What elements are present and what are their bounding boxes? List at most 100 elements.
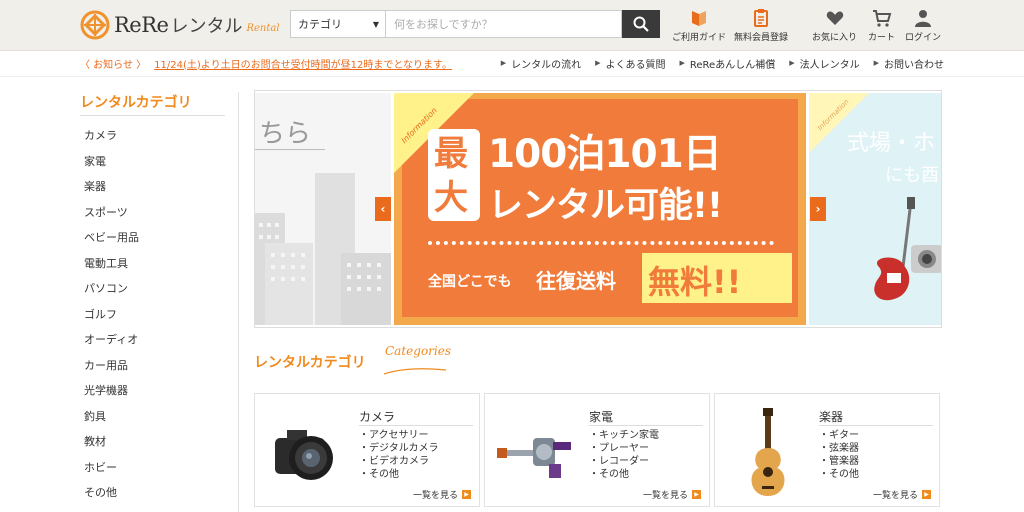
sidebar-item-other[interactable]: その他 <box>84 480 224 506</box>
sidebar-item-power-tools[interactable]: 電動工具 <box>84 251 224 277</box>
card-subcategory[interactable]: ・レコーダー <box>589 455 659 468</box>
view-all-link[interactable]: 一覧を見る ▶ <box>873 488 931 501</box>
favorites-label: お気に入り <box>812 33 858 43</box>
acoustic-guitar-illustration <box>751 408 785 496</box>
logo-mark-icon <box>80 10 110 40</box>
register-link[interactable]: 無料会員登録 <box>734 8 788 43</box>
carousel-prev-button[interactable]: ‹ <box>375 197 391 221</box>
view-all-link[interactable]: 一覧を見る ▶ <box>643 488 701 501</box>
hero-carousel[interactable]: ちら Information 最 大 100泊101日 レンタル可能!! 全国ど… <box>254 90 942 328</box>
guide-label: ご利用ガイド <box>672 33 727 43</box>
card-subcategory[interactable]: ・その他 <box>589 468 659 481</box>
search-icon <box>633 16 649 32</box>
site-header: ReRe レンタル Rental カテゴリ ▼ ご利用ガイド 無料会員登録 <box>0 0 1024 51</box>
topnav-label: よくある質問 <box>605 59 666 71</box>
triangle-right-icon: ▶ <box>789 59 795 67</box>
carousel-slide-next[interactable]: Information 式場・ホ にも酉 <box>809 93 941 325</box>
triangle-right-icon: ▶ <box>462 490 471 499</box>
category-select-label: カテゴリ <box>298 18 342 31</box>
logo-text-jp: レンタル <box>170 16 243 37</box>
sidebar-item-sports[interactable]: スポーツ <box>84 200 224 226</box>
divider <box>255 149 325 150</box>
banner-subtext-prefix: 全国どこでも <box>428 274 512 290</box>
slide-right-headline: 式場・ホ <box>847 131 936 156</box>
card-subcategory[interactable]: ・デジタルカメラ <box>359 442 439 455</box>
carousel-next-button[interactable]: › <box>810 197 826 221</box>
notice-link[interactable]: 11/24(土)より土日のお問合せ受付時間が昼12時までとなります。 <box>154 56 452 71</box>
sidebar-item-pc[interactable]: パソコン <box>84 276 224 302</box>
category-card-camera[interactable]: カメラ ・アクセサリー ・デジタルカメラ ・ビデオカメラ ・その他 一覧を見る ▶ <box>254 393 480 507</box>
favorites-link[interactable]: お気に入り <box>812 8 857 43</box>
divider <box>819 425 933 426</box>
slide-left-text: ちら <box>259 119 312 149</box>
section-script-title: Categories <box>385 344 451 358</box>
carousel-slide-previous[interactable]: ちら <box>255 93 391 325</box>
max-badge-top: 最 <box>434 134 468 174</box>
max-badge-bottom: 大 <box>434 178 468 218</box>
login-link[interactable]: ログイン <box>905 8 941 43</box>
card-subcategory[interactable]: ・その他 <box>359 468 439 481</box>
sidebar-item-instruments[interactable]: 楽器 <box>84 174 224 200</box>
guide-link[interactable]: ご利用ガイド <box>672 8 726 43</box>
topnav-faq-link[interactable]: ▶ よくある質問 <box>595 55 665 71</box>
triangle-right-icon: ▶ <box>692 490 701 499</box>
sidebar-item-appliances[interactable]: 家電 <box>84 149 224 175</box>
view-all-link[interactable]: 一覧を見る ▶ <box>413 488 471 501</box>
card-subcategory-list: ・ギター ・弦楽器 ・管楽器 ・その他 <box>819 429 859 481</box>
topnav-contact-link[interactable]: ▶ お問い合わせ <box>874 55 944 71</box>
card-subcategory[interactable]: ・管楽器 <box>819 455 859 468</box>
logo-text: ReRe <box>114 13 169 37</box>
category-select[interactable]: カテゴリ ▼ <box>290 10 386 38</box>
topnav-label: レンタルの流れ <box>511 59 582 71</box>
banner-subtext-middle: 往復送料 <box>536 269 616 293</box>
card-subcategory[interactable]: ・ビデオカメラ <box>359 455 439 468</box>
triangle-right-icon: ▶ <box>873 59 879 67</box>
sidebar-item-camera[interactable]: カメラ <box>84 123 224 149</box>
topnav-insurance-link[interactable]: ▶ ReReあんしん補償 <box>680 55 776 71</box>
triangle-right-icon: ▶ <box>922 490 931 499</box>
card-subcategory[interactable]: ・アクセサリー <box>359 429 439 442</box>
card-subcategory[interactable]: ・キッチン家電 <box>589 429 659 442</box>
card-name: 家電 <box>589 410 614 424</box>
topnav-flow-link[interactable]: ▶ レンタルの流れ <box>501 55 581 71</box>
script-underline-icon <box>383 368 447 375</box>
card-subcategory[interactable]: ・ギター <box>819 429 859 442</box>
search-button[interactable] <box>622 10 660 38</box>
sidebar-item-car[interactable]: カー用品 <box>84 353 224 379</box>
guitar-camera-illustration <box>874 197 941 301</box>
card-name: カメラ <box>359 410 396 424</box>
sidebar-item-hobby[interactable]: ホビー <box>84 455 224 481</box>
card-subcategory-list: ・アクセサリー ・デジタルカメラ ・ビデオカメラ ・その他 <box>359 429 439 481</box>
triangle-right-icon: ▶ <box>500 59 507 67</box>
site-logo[interactable]: ReRe レンタル Rental <box>80 8 280 42</box>
topnav-corporate-link[interactable]: ▶ 法人レンタル <box>789 55 859 71</box>
cart-link[interactable]: カート <box>868 8 895 43</box>
login-label: ログイン <box>905 33 942 43</box>
triangle-right-icon: ▶ <box>679 59 685 67</box>
slide-right-subline: にも酉 <box>885 165 939 186</box>
sidebar-category-list: カメラ 家電 楽器 スポーツ ベビー用品 電動工具 パソコン ゴルフ オーディオ… <box>84 123 224 506</box>
card-subcategory[interactable]: ・その他 <box>819 468 859 481</box>
carousel-slide-current[interactable]: Information 最 大 100泊101日 レンタル可能!! 全国どこでも… <box>394 93 806 325</box>
search-bar: カテゴリ ▼ <box>290 10 660 38</box>
banner-free-text: 無料!! <box>648 263 742 301</box>
sidebar-item-fishing[interactable]: 釣具 <box>84 404 224 430</box>
camera-illustration <box>275 430 333 480</box>
register-label: 無料会員登録 <box>734 33 789 43</box>
card-subcategory[interactable]: ・弦楽器 <box>819 442 859 455</box>
view-all-label: 一覧を見る <box>412 491 458 501</box>
sidebar-item-baby[interactable]: ベビー用品 <box>84 225 224 251</box>
sidebar-item-golf[interactable]: ゴルフ <box>84 302 224 328</box>
sidebar-item-audio[interactable]: オーディオ <box>84 327 224 353</box>
sidebar-item-optics[interactable]: 光学機器 <box>84 378 224 404</box>
sidebar-item-education[interactable]: 教材 <box>84 429 224 455</box>
divider <box>589 425 703 426</box>
card-subcategory[interactable]: ・プレーヤー <box>589 442 659 455</box>
topnav-label: お問い合わせ <box>884 59 944 71</box>
heart-icon <box>826 11 843 25</box>
cart-label: カート <box>868 33 896 43</box>
search-input[interactable] <box>386 10 622 38</box>
category-card-instruments[interactable]: 楽器 ・ギター ・弦楽器 ・管楽器 ・その他 一覧を見る ▶ <box>714 393 940 507</box>
clipboard-icon <box>754 9 768 27</box>
category-card-appliances[interactable]: 家電 ・キッチン家電 ・プレーヤー ・レコーダー ・その他 一覧を見る ▶ <box>484 393 710 507</box>
